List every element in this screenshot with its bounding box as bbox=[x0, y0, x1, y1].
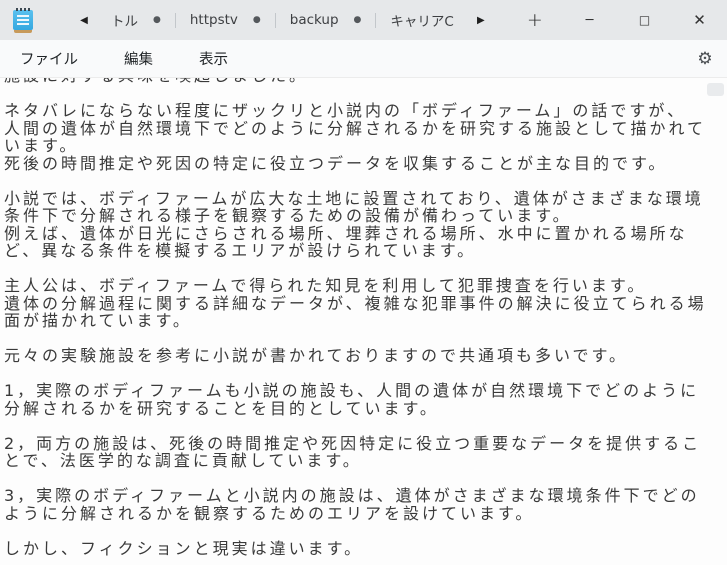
text-line: います。 bbox=[4, 137, 727, 155]
text-line bbox=[4, 85, 727, 103]
settings-gear-icon[interactable]: ⚙ bbox=[689, 44, 721, 74]
unsaved-dot-icon: ● bbox=[153, 16, 161, 25]
text-line bbox=[4, 470, 727, 488]
tab-career[interactable]: キャリアC bbox=[376, 5, 467, 35]
tab-label: backup bbox=[290, 12, 339, 28]
text-line bbox=[4, 522, 727, 540]
text-line: とで、法医学的な調査に貢献しています。 bbox=[4, 452, 727, 470]
minimize-button[interactable]: ─ bbox=[562, 0, 617, 40]
scrollbar-thumb[interactable] bbox=[707, 83, 724, 96]
text-line bbox=[4, 260, 727, 278]
text-line: 2，両方の施設は、死後の時間推定や死因特定に役立つ重要なデータを提供するこ bbox=[4, 435, 727, 453]
document-text: 施設に対する興味を喚起しました。 ネタバレにならない程度にザックリと小説内の「ボ… bbox=[4, 78, 727, 557]
text-line: 例えば、遺体が日光にさらされる場所、埋葬される場所、水中に置かれる場所な bbox=[4, 225, 727, 243]
text-line: 3，実際のボディファームと小説内の施設は、遺体がさまざまな環境条件下でどの bbox=[4, 487, 727, 505]
unsaved-dot-icon: ● bbox=[253, 16, 261, 25]
menu-view[interactable]: 表示 bbox=[185, 42, 242, 75]
tab-toru[interactable]: トル ● bbox=[97, 5, 175, 35]
tab-httpstv[interactable]: httpstv ● bbox=[176, 5, 275, 35]
text-editor[interactable]: 施設に対する興味を喚起しました。 ネタバレにならない程度にザックリと小説内の「ボ… bbox=[0, 78, 727, 564]
text-line bbox=[4, 365, 727, 383]
text-line: しかし、フィクションと現実は違います。 bbox=[4, 540, 727, 558]
unsaved-dot-icon: ● bbox=[354, 16, 362, 25]
tab-label: キャリアC bbox=[390, 10, 453, 30]
text-line: 元々の実験施設を参考に小説が書かれておりますので共通項も多いです。 bbox=[4, 347, 727, 365]
text-line: 死後の時間推定や死因の特定に役立つデータを収集することが主な目的です。 bbox=[4, 155, 727, 173]
text-line: 条件下で分解される様子を観察するための設備が備わっています。 bbox=[4, 207, 727, 225]
text-line bbox=[4, 172, 727, 190]
text-line: 分解されるかを研究することを目的としています。 bbox=[4, 400, 727, 418]
new-tab-button[interactable]: + bbox=[520, 6, 550, 34]
text-line: 遺体の分解過程に関する詳細なデータが、複雑な犯罪事件の解決に役立てられる場 bbox=[4, 295, 727, 313]
menu-bar: ファイル 編集 表示 ⚙ bbox=[0, 40, 727, 78]
text-line: ど、異なる条件を模擬するエリアが設けられています。 bbox=[4, 242, 727, 260]
menu-file[interactable]: ファイル bbox=[6, 42, 92, 75]
text-line: 主人公は、ボディファームで得られた知見を利用して犯罪捜査を行います。 bbox=[4, 277, 727, 295]
close-button[interactable]: ✕ bbox=[672, 0, 727, 40]
tab-scroll-left-icon[interactable]: ◀ bbox=[71, 6, 97, 34]
tab-label: httpstv bbox=[190, 12, 238, 28]
text-line: 小説では、ボディファームが広大な土地に設置されており、遺体がさまざまな環境 bbox=[4, 190, 727, 208]
notepad-app-icon bbox=[13, 7, 33, 33]
text-line bbox=[4, 417, 727, 435]
menu-edit[interactable]: 編集 bbox=[110, 42, 167, 75]
window-controls: ─ □ ✕ bbox=[562, 0, 727, 40]
text-line: 1，実際のボディファームも小説の施設も、人間の遺体が自然環境下でどのように bbox=[4, 382, 727, 400]
title-bar: ◀ トル ● httpstv ● backup ● キャリアC ▶ + ─ □ … bbox=[0, 0, 727, 40]
tab-label: トル bbox=[111, 10, 138, 30]
text-line: 人間の遺体が自然環境下でどのように分解されるかを研究する施設として描かれて bbox=[4, 120, 727, 138]
maximize-button[interactable]: □ bbox=[617, 0, 672, 40]
text-line: ように分解されるかを観察するためのエリアを設けています。 bbox=[4, 505, 727, 523]
text-line: ネタバレにならない程度にザックリと小説内の「ボディファーム」の話ですが、 bbox=[4, 102, 727, 120]
text-line: 面が描かれています。 bbox=[4, 312, 727, 330]
text-line bbox=[4, 330, 727, 348]
tab-scroll-right-icon[interactable]: ▶ bbox=[468, 6, 494, 34]
tab-backup[interactable]: backup ● bbox=[276, 5, 376, 35]
